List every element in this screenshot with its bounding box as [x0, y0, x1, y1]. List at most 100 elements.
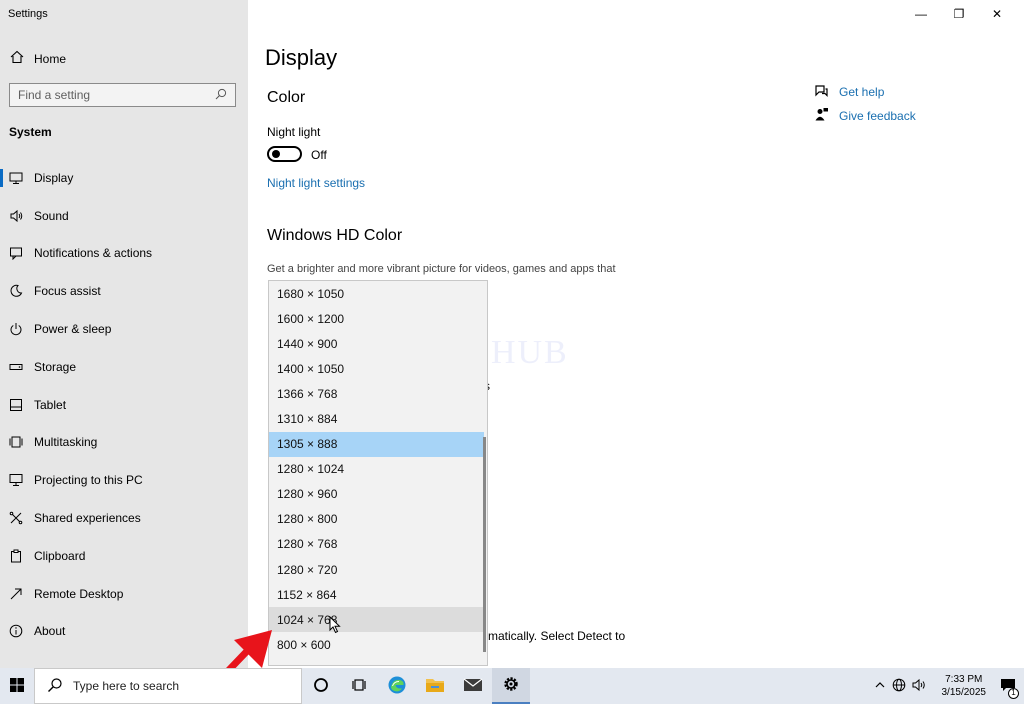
give-feedback-link[interactable]: Give feedback [814, 104, 916, 128]
resolution-option[interactable]: 1680 × 1050 [269, 281, 484, 306]
windows-logo-icon [10, 677, 24, 695]
cortana-circle-icon [313, 677, 329, 696]
home-icon [10, 50, 24, 67]
sidebar-item-label: Focus assist [34, 284, 101, 299]
edge-icon [387, 675, 407, 698]
resolution-option[interactable]: 1310 × 884 [269, 406, 484, 431]
night-light-settings-link[interactable]: Night light settings [267, 176, 365, 190]
system-tray: 7:33 PM 3/15/2025 1 [874, 668, 1024, 704]
search-icon [47, 677, 63, 696]
section-label-system: System [9, 125, 52, 139]
sidebar-item-shared-experiences[interactable]: Shared experiences [0, 499, 248, 537]
sidebar-item-remote-desktop[interactable]: Remote Desktop [0, 575, 248, 613]
app-title: Settings [8, 8, 48, 20]
task-view-button[interactable] [340, 668, 378, 704]
task-view-icon [351, 677, 367, 696]
clock-time: 7:33 PM [945, 674, 983, 685]
storage-icon [8, 359, 24, 375]
resolution-option-selected[interactable]: 1305 × 888 [269, 431, 484, 457]
settings-taskbar-button[interactable] [492, 668, 530, 704]
sidebar-item-storage[interactable]: Storage [0, 348, 248, 386]
sidebar-item-label: Sound [34, 208, 69, 223]
resolution-option[interactable]: 1400 × 1050 [269, 356, 484, 381]
resolution-option[interactable]: 1280 × 768 [269, 532, 484, 557]
resolution-option[interactable]: 1440 × 900 [269, 331, 484, 356]
gear-icon [502, 675, 520, 696]
mouse-cursor-icon [329, 616, 341, 634]
window-controls: — ❐ ✕ [902, 4, 1016, 24]
sidebar-item-label: Shared experiences [34, 511, 141, 526]
help-links: Get help Give feedback [814, 80, 916, 128]
resolution-option-hovered[interactable]: 1024 × 768 [269, 607, 484, 633]
sidebar: Settings Home System Display Sound Notif… [0, 0, 248, 668]
home-nav[interactable]: Home [10, 50, 66, 67]
restore-button[interactable]: ❐ [940, 4, 978, 24]
info-icon [8, 623, 24, 639]
get-help-link[interactable]: Get help [814, 80, 916, 104]
chevron-up-icon[interactable] [874, 679, 886, 694]
sidebar-item-multitasking[interactable]: Multitasking [0, 424, 248, 462]
color-heading: Color [267, 89, 306, 106]
resolution-option[interactable]: 1366 × 768 [269, 381, 484, 406]
hdr-heading: Windows HD Color [267, 227, 403, 244]
sidebar-item-clipboard[interactable]: Clipboard [0, 537, 248, 575]
mail-button[interactable] [454, 668, 492, 704]
start-button[interactable] [0, 668, 34, 704]
action-center-button[interactable]: 1 [1000, 678, 1019, 699]
search-icon [215, 88, 227, 103]
sidebar-item-projecting[interactable]: Projecting to this PC [0, 461, 248, 499]
network-globe-icon[interactable] [892, 678, 906, 695]
help-chat-icon [814, 83, 829, 101]
taskbar-search-input[interactable] [73, 679, 273, 693]
folder-icon [425, 676, 445, 697]
clock-date: 3/15/2025 [941, 687, 987, 698]
sidebar-nav: Display Sound Notifications & actions Fo… [0, 159, 248, 650]
page-title: Display [265, 45, 338, 70]
sidebar-item-label: Multitasking [34, 435, 98, 450]
edge-browser-button[interactable] [378, 668, 416, 704]
monitor-icon [8, 170, 24, 186]
volume-icon[interactable] [912, 678, 928, 695]
shared-icon [8, 510, 24, 526]
taskbar-search[interactable] [34, 668, 302, 704]
clock[interactable]: 7:33 PM 3/15/2025 [942, 673, 987, 699]
resolution-option[interactable]: 1152 × 864 [269, 582, 484, 607]
night-light-toggle[interactable] [267, 146, 302, 162]
multitasking-icon [8, 434, 24, 450]
find-setting-search[interactable] [9, 83, 236, 107]
resolution-option[interactable]: 1280 × 1024 [269, 457, 484, 482]
feedback-person-icon [814, 107, 829, 125]
sidebar-item-label: Display [34, 170, 74, 185]
resolution-dropdown-list[interactable]: 1680 × 1050 1600 × 1200 1440 × 900 1400 … [268, 280, 488, 666]
sidebar-item-power-sleep[interactable]: Power & sleep [0, 310, 248, 348]
cortana-button[interactable] [302, 668, 340, 704]
find-setting-input[interactable] [18, 88, 198, 102]
sidebar-item-label: Remote Desktop [34, 586, 124, 601]
power-icon [8, 321, 24, 337]
resolution-option[interactable]: 1600 × 1200 [269, 306, 484, 331]
sidebar-item-display[interactable]: Display [0, 159, 248, 197]
home-label: Home [34, 51, 67, 66]
sidebar-item-label: Notifications & actions [34, 246, 153, 261]
sidebar-item-focus-assist[interactable]: Focus assist [0, 272, 248, 310]
hdr-description: Get a brighter and more vibrant picture … [267, 263, 616, 275]
sidebar-item-label: Projecting to this PC [34, 473, 143, 488]
notification-icon [8, 245, 24, 261]
dropdown-scrollbar[interactable] [483, 437, 486, 652]
sidebar-item-notifications[interactable]: Notifications & actions [0, 235, 248, 273]
resolution-option[interactable]: 1280 × 800 [269, 507, 484, 532]
get-help-label: Get help [839, 85, 885, 99]
sidebar-item-tablet[interactable]: Tablet [0, 386, 248, 424]
speaker-icon [8, 208, 24, 224]
close-button[interactable]: ✕ [978, 4, 1016, 24]
sidebar-item-label: Tablet [34, 397, 67, 412]
minimize-button[interactable]: — [902, 4, 940, 24]
file-explorer-button[interactable] [416, 668, 454, 704]
detect-description: matically. Select Detect to [488, 629, 626, 643]
resolution-option[interactable]: 1280 × 720 [269, 557, 484, 582]
resolution-option[interactable]: 800 × 600 [269, 632, 484, 657]
sidebar-item-sound[interactable]: Sound [0, 197, 248, 235]
resolution-option[interactable]: 1280 × 960 [269, 482, 484, 507]
sidebar-item-label: Storage [34, 359, 77, 374]
taskbar: 7:33 PM 3/15/2025 1 [0, 668, 1024, 704]
